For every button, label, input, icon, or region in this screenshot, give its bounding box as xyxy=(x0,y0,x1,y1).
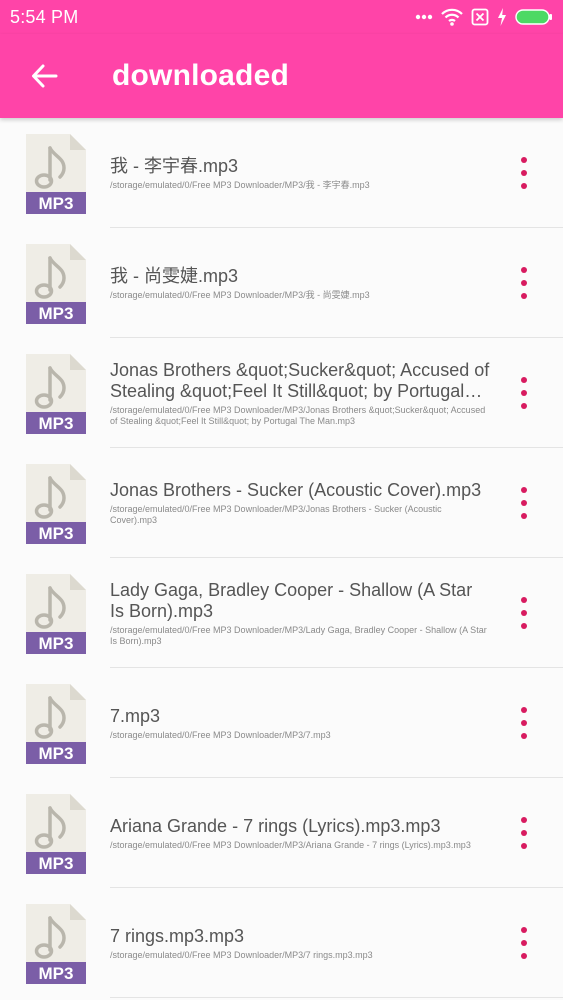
more-options-button[interactable] xyxy=(511,481,537,525)
file-text: Jonas Brothers - Sucker (Acoustic Cover)… xyxy=(110,448,491,558)
mp3-file-icon: MP3 xyxy=(24,574,86,654)
more-dot xyxy=(521,623,527,629)
mp3-file-icon: MP3 xyxy=(24,904,86,984)
more-dot xyxy=(521,390,527,396)
charging-icon xyxy=(497,8,507,26)
more-dot xyxy=(521,280,527,286)
file-text: Jonas Brothers &quot;Sucker&quot; Accuse… xyxy=(110,338,491,448)
file-list-item[interactable]: MP3 Jonas Brothers - Sucker (Acoustic Co… xyxy=(0,448,563,558)
file-list-item[interactable]: MP3 Jonas Brothers &quot;Sucker&quot; Ac… xyxy=(0,338,563,448)
svg-text:MP3: MP3 xyxy=(39,634,74,653)
status-icons xyxy=(415,8,553,26)
wifi-icon xyxy=(441,8,463,26)
file-text: Lady Gaga, Bradley Cooper - Shallow (A S… xyxy=(110,558,491,668)
mp3-file-icon: MP3 xyxy=(24,684,86,764)
file-text: 7.mp3 /storage/emulated/0/Free MP3 Downl… xyxy=(110,668,491,778)
file-list-item[interactable]: MP3 7 rings.mp3.mp3 /storage/emulated/0/… xyxy=(0,888,563,998)
arrow-left-icon xyxy=(32,64,58,88)
more-options-button[interactable] xyxy=(511,371,537,415)
file-list-item[interactable]: MP3 Ariana Grande - 7 rings (Lyrics).mp3… xyxy=(0,778,563,888)
more-dot xyxy=(521,610,527,616)
file-text: Ariana Grande - 7 rings (Lyrics).mp3.mp3… xyxy=(110,778,491,888)
svg-text:MP3: MP3 xyxy=(39,744,74,763)
file-name: Lady Gaga, Bradley Cooper - Shallow (A S… xyxy=(110,579,473,621)
svg-text:MP3: MP3 xyxy=(39,964,74,983)
svg-text:MP3: MP3 xyxy=(39,194,74,213)
more-dot xyxy=(521,293,527,299)
sim-error-icon xyxy=(471,8,489,26)
svg-text:MP3: MP3 xyxy=(39,524,74,543)
file-name: 我 - 李宇春.mp3 xyxy=(110,155,239,176)
mp3-file-icon: MP3 xyxy=(24,244,86,324)
file-text: 7 rings.mp3.mp3 /storage/emulated/0/Free… xyxy=(110,888,491,998)
more-options-button[interactable] xyxy=(511,591,537,635)
more-dot xyxy=(521,817,527,823)
more-dot xyxy=(521,707,527,713)
svg-text:MP3: MP3 xyxy=(39,414,74,433)
file-path: /storage/emulated/0/Free MP3 Downloader/… xyxy=(110,729,331,740)
file-name: Jonas Brothers &quot;Sucker&quot; Accuse… xyxy=(110,359,490,401)
file-list-item[interactable]: MP3 Lady Gaga, Bradley Cooper - Shallow … xyxy=(0,558,563,668)
more-dot xyxy=(521,927,527,933)
more-dot xyxy=(521,720,527,726)
more-dot xyxy=(521,733,527,739)
more-options-button[interactable] xyxy=(511,701,537,745)
more-dot xyxy=(521,403,527,409)
more-dot xyxy=(521,597,527,603)
file-path: /storage/emulated/0/Free MP3 Downloader/… xyxy=(110,624,487,646)
file-name: Ariana Grande - 7 rings (Lyrics).mp3.mp3 xyxy=(110,815,441,836)
svg-text:MP3: MP3 xyxy=(39,304,74,323)
file-name: 7.mp3 xyxy=(110,705,161,726)
more-dot xyxy=(521,843,527,849)
more-dot xyxy=(521,953,527,959)
app-screen: 5:54 PM downloaded MP3 我 - 李宇春.mp3 /stor… xyxy=(0,0,563,1000)
more-dot xyxy=(521,513,527,519)
more-options-button[interactable] xyxy=(511,811,537,855)
more-dot xyxy=(521,487,527,493)
more-dot xyxy=(521,183,527,189)
page-title: downloaded xyxy=(112,59,289,92)
svg-text:MP3: MP3 xyxy=(39,854,74,873)
mp3-file-icon: MP3 xyxy=(24,134,86,214)
back-button[interactable] xyxy=(14,46,74,106)
status-bar: 5:54 PM xyxy=(0,0,563,34)
file-list-item[interactable]: MP3 7.mp3 /storage/emulated/0/Free MP3 D… xyxy=(0,668,563,778)
file-path: /storage/emulated/0/Free MP3 Downloader/… xyxy=(110,289,370,300)
file-path: /storage/emulated/0/Free MP3 Downloader/… xyxy=(110,949,373,960)
file-name: 7 rings.mp3.mp3 xyxy=(110,925,245,946)
file-path: /storage/emulated/0/Free MP3 Downloader/… xyxy=(110,839,471,850)
file-list-item[interactable]: MP3 我 - 尚雯婕.mp3 /storage/emulated/0/Free… xyxy=(0,228,563,338)
status-time: 5:54 PM xyxy=(10,6,79,27)
file-name: 我 - 尚雯婕.mp3 xyxy=(110,265,239,286)
more-dot xyxy=(521,267,527,273)
more-dot xyxy=(521,830,527,836)
file-list: MP3 我 - 李宇春.mp3 /storage/emulated/0/Free… xyxy=(0,118,563,1000)
more-dots-icon xyxy=(415,14,433,20)
file-text: 我 - 李宇春.mp3 /storage/emulated/0/Free MP3… xyxy=(110,118,491,228)
more-options-button[interactable] xyxy=(511,921,537,965)
file-path: /storage/emulated/0/Free MP3 Downloader/… xyxy=(110,504,442,525)
mp3-file-icon: MP3 xyxy=(24,354,86,434)
file-path: /storage/emulated/0/Free MP3 Downloader/… xyxy=(110,179,370,190)
app-bar: downloaded xyxy=(0,34,563,118)
more-options-button[interactable] xyxy=(511,261,537,305)
more-options-button[interactable] xyxy=(511,151,537,195)
file-path: /storage/emulated/0/Free MP3 Downloader/… xyxy=(110,404,486,426)
more-dot xyxy=(521,377,527,383)
mp3-file-icon: MP3 xyxy=(24,794,86,874)
more-dot xyxy=(521,500,527,506)
more-dot xyxy=(521,157,527,163)
file-name: Jonas Brothers - Sucker (Acoustic Cover)… xyxy=(110,480,482,500)
mp3-file-icon: MP3 xyxy=(24,464,86,544)
battery-icon xyxy=(515,9,553,25)
file-list-item[interactable]: MP3 我 - 李宇春.mp3 /storage/emulated/0/Free… xyxy=(0,118,563,228)
more-dot xyxy=(521,940,527,946)
more-dot xyxy=(521,170,527,176)
file-text: 我 - 尚雯婕.mp3 /storage/emulated/0/Free MP3… xyxy=(110,228,491,338)
